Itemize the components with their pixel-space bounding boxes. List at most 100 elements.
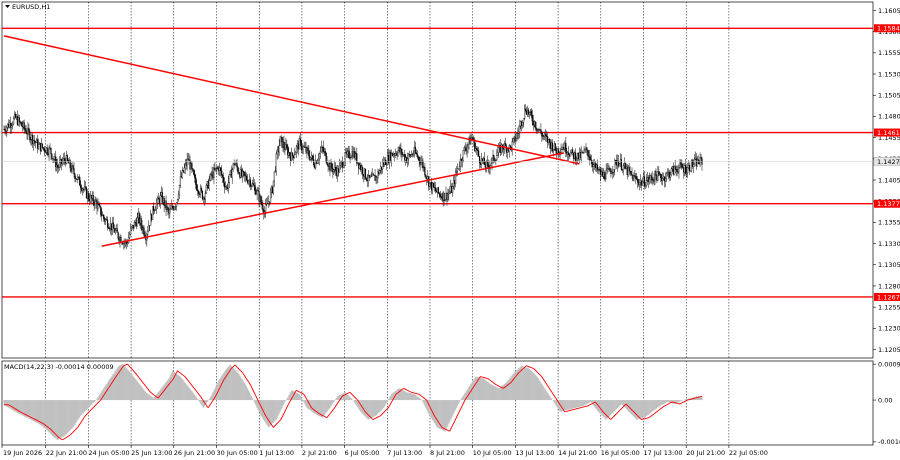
candle-body — [108, 228, 111, 230]
candle-body — [641, 181, 644, 186]
candle-body — [613, 169, 615, 173]
candle-body — [487, 163, 489, 167]
candle-body — [359, 165, 361, 169]
candle-body — [130, 226, 133, 229]
candle-body — [693, 158, 695, 165]
candle-body — [222, 175, 224, 178]
candle-body — [6, 127, 8, 132]
candle-body — [554, 143, 556, 150]
candle-body — [519, 125, 521, 132]
candle-body — [575, 158, 577, 162]
candle-body — [558, 152, 560, 154]
candle-body — [490, 163, 492, 166]
candle-body — [411, 154, 414, 156]
candle-body — [348, 150, 350, 158]
candle-body — [308, 150, 310, 157]
candle-body — [244, 172, 246, 176]
candle-body — [701, 158, 703, 165]
candle-body — [152, 206, 154, 220]
candle-body — [274, 170, 276, 172]
candle-body — [287, 147, 289, 156]
candle-body — [248, 179, 251, 182]
candle-body — [535, 127, 537, 129]
candle-body — [273, 171, 275, 182]
candle-body — [92, 195, 94, 203]
candle-body — [210, 173, 212, 176]
candle-body — [325, 152, 327, 163]
candle-body — [326, 162, 328, 165]
candle-body — [516, 133, 518, 139]
candle-body — [664, 177, 667, 182]
candle-body — [314, 164, 316, 169]
candle-body — [674, 166, 676, 170]
candle-body — [259, 196, 261, 202]
time-label: 20 Jul 21:00 — [686, 449, 725, 457]
candle-body — [82, 188, 84, 191]
candle-body — [290, 155, 292, 161]
candle-body — [254, 186, 256, 195]
candle-body — [668, 171, 671, 178]
current-price-label: 1.1427 — [877, 158, 900, 166]
candle-body — [317, 158, 320, 161]
candle-body — [698, 163, 700, 165]
candle-body — [157, 197, 159, 200]
symbol-title-group[interactable]: EURUSD,H1 — [5, 3, 50, 11]
candle-body — [379, 170, 381, 175]
candle-body — [241, 169, 243, 177]
candle-body — [149, 225, 151, 227]
candle-body — [172, 206, 174, 209]
candle-body — [420, 162, 422, 165]
candle-body — [52, 158, 54, 160]
candle-body — [205, 185, 207, 194]
candle-body — [14, 113, 17, 118]
candle-body — [72, 165, 74, 169]
candle-body — [36, 139, 39, 149]
candle-body — [50, 147, 52, 155]
candle-body — [415, 152, 417, 154]
candle-body — [231, 169, 233, 178]
price-tick-label: 1.1305 — [878, 261, 900, 269]
candle-body — [597, 169, 600, 171]
candle-body — [158, 199, 160, 204]
candle-body — [90, 195, 92, 199]
candle-body — [561, 149, 563, 151]
candle-body — [382, 162, 384, 170]
candle-body — [238, 171, 240, 174]
candle-body — [683, 167, 685, 173]
candle-body — [70, 167, 72, 172]
candle-body — [375, 176, 377, 181]
candle-body — [330, 163, 332, 172]
candle-body — [551, 142, 554, 152]
candle-body — [354, 151, 356, 159]
candle-body — [378, 171, 380, 175]
candle-body — [243, 171, 245, 173]
candle-body — [391, 152, 393, 157]
candle-body — [282, 141, 284, 148]
candle-body — [435, 190, 438, 193]
candle-body — [344, 152, 346, 162]
candle-body — [611, 171, 613, 175]
candle-body — [191, 163, 193, 169]
candle-body — [12, 118, 15, 125]
candle-body — [5, 130, 7, 132]
candle-body — [258, 191, 260, 202]
candle-body — [675, 169, 677, 170]
candle-body — [522, 121, 524, 126]
candle-body — [250, 185, 252, 187]
price-tick-label: 1.1230 — [878, 325, 900, 333]
candle-body — [538, 128, 540, 131]
candle-body — [366, 180, 368, 182]
candle-body — [524, 108, 526, 119]
candle-body — [475, 148, 477, 151]
candle-body — [413, 146, 415, 155]
candle-body — [376, 176, 378, 179]
candle-body — [41, 143, 43, 148]
candle-body — [589, 156, 591, 160]
trading-chart[interactable]: 1.16051.15801.15551.15301.15051.14801.14… — [0, 0, 900, 460]
candle-body — [677, 171, 679, 173]
candle-body — [628, 167, 630, 172]
candle-body — [154, 209, 157, 211]
candle-body — [514, 136, 516, 142]
candle-body — [651, 177, 653, 181]
candle-body — [463, 147, 465, 151]
